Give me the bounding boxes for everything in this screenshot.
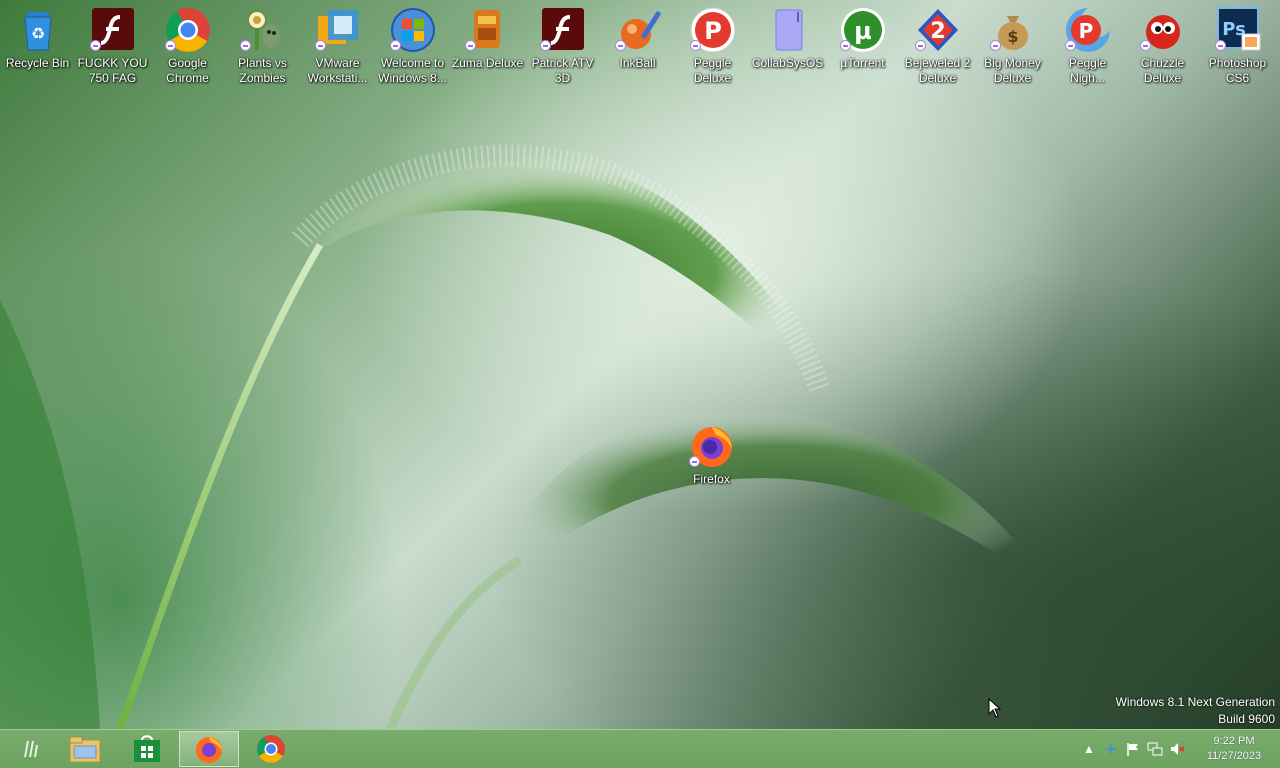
desktop-icon-patrick-atv[interactable]: Patrick ATV 3D (525, 6, 600, 86)
clock-date: 11/27/2023 (1206, 750, 1262, 762)
taskbar-file-explorer[interactable] (55, 731, 115, 767)
shortcut-arrow-icon (839, 40, 851, 51)
desktop-icon-big-money[interactable]: $ Big Money Deluxe (975, 6, 1050, 86)
shortcut-arrow-icon (1064, 40, 1076, 51)
icon-label: Google Chrome (166, 56, 209, 85)
shortcut-arrow-icon (464, 40, 476, 51)
icon-label: Peggle Nigh... (1068, 56, 1107, 85)
svg-text:µ: µ (854, 17, 872, 45)
watermark-edition: Windows 8.1 Next Generation (1115, 695, 1275, 709)
desktop-icon-google-chrome[interactable]: Google Chrome (150, 6, 225, 86)
icon-label: Chuzzle Deluxe (1140, 56, 1185, 85)
desktop-icon-firefox[interactable]: Firefox (674, 422, 749, 487)
action-center-button[interactable] (1122, 738, 1144, 760)
desktop[interactable]: ♻ Recycle Bin FUCKK YOU 750 FAG Google C… (0, 0, 1280, 729)
icon-label: InkBall (619, 56, 656, 70)
icon-label: VMware Workstati... (307, 56, 368, 85)
sparkle-tray-icon (1104, 742, 1118, 756)
firefox-icon (196, 737, 222, 763)
wallpaper (0, 144, 1050, 729)
desktop-icon-vmware[interactable]: VMware Workstati... (300, 6, 375, 86)
file-explorer-icon (69, 736, 101, 763)
icon-label: Zuma Deluxe (451, 56, 524, 70)
icon-label: Photoshop CS6 (1208, 56, 1267, 85)
start-button[interactable] (0, 731, 60, 767)
chrome-icon (257, 735, 285, 763)
desktop-icon-chuzzle[interactable]: Chuzzle Deluxe (1125, 6, 1200, 86)
shortcut-arrow-icon (314, 40, 326, 51)
desktop-icon-collabsysos[interactable]: CollabSysOS (750, 6, 825, 71)
shortcut-arrow-icon (1139, 40, 1151, 51)
icon-label: Recycle Bin (5, 56, 70, 70)
shortcut-arrow-icon (1214, 40, 1226, 51)
chevron-up-icon: ▲ (1083, 742, 1095, 756)
icon-label: Welcome to Windows 8... (378, 56, 447, 85)
svg-text:$: $ (1007, 27, 1018, 46)
system-tray: ▲ 9:22 PM 11/27/2023 (1078, 730, 1280, 768)
shortcut-arrow-icon (689, 40, 701, 51)
desktop-icon-flash-game[interactable]: FUCKK YOU 750 FAG (75, 6, 150, 86)
shortcut-arrow-icon (614, 40, 626, 51)
desktop-icon-welcome-windows[interactable]: Welcome to Windows 8... (375, 6, 450, 86)
icon-label: Firefox (693, 472, 730, 486)
taskbar-chrome[interactable] (241, 731, 301, 767)
mouse-cursor-icon (988, 698, 1002, 718)
icon-label: µTorrent (840, 56, 885, 70)
desktop-icon-inkball[interactable]: InkBall (600, 6, 675, 71)
icon-label: CollabSysOS (751, 56, 824, 70)
icon-label: FUCKK YOU 750 FAG (77, 56, 148, 85)
desktop-icon-utorrent[interactable]: µ µTorrent (825, 6, 900, 71)
shortcut-arrow-icon (164, 40, 176, 51)
taskbar-store[interactable] (117, 731, 177, 767)
desktop-icon-zuma-deluxe[interactable]: Zuma Deluxe (450, 6, 525, 71)
clock-time: 9:22 PM (1213, 735, 1255, 747)
icon-label: Plants vs Zombies (238, 56, 287, 85)
desktop-icon-peggle-deluxe[interactable]: P Peggle Deluxe (675, 6, 750, 86)
shortcut-arrow-icon (989, 40, 1001, 51)
icon-label: Patrick ATV 3D (531, 56, 594, 85)
recycle-bin-icon: ♻ (23, 12, 52, 51)
desktop-icon-peggle-nights[interactable]: P Peggle Nigh... (1050, 6, 1125, 86)
icon-label: Big Money Deluxe (984, 56, 1041, 85)
flag-icon (1127, 743, 1138, 756)
store-icon (134, 735, 160, 762)
desktop-icon-plants-vs-zombies[interactable]: Plants vs Zombies (225, 6, 300, 86)
desktop-icon-bejeweled-2[interactable]: 2 Bejeweled 2 Deluxe (900, 6, 975, 86)
build-watermark: Windows 8.1 Next Generation Build 9600 (1116, 694, 1275, 728)
show-hidden-icons-button[interactable]: ▲ (1078, 738, 1100, 760)
document-icon (775, 9, 802, 51)
icon-label: Bejeweled 2 Deluxe (904, 56, 971, 85)
watermark-build: Build 9600 (1218, 712, 1275, 726)
svg-text:♻: ♻ (30, 24, 44, 43)
svg-text:2: 2 (930, 19, 945, 44)
shortcut-arrow-icon (914, 40, 926, 51)
taskbar: ▲ 9:22 PM 11/27/2023 (0, 729, 1280, 768)
icon-label: Peggle Deluxe (693, 56, 732, 85)
svg-text:P: P (1078, 19, 1093, 43)
shortcut-arrow-icon (389, 40, 401, 51)
start-icon (24, 740, 38, 758)
taskbar-clock[interactable]: 9:22 PM 11/27/2023 (1188, 734, 1280, 764)
network-icon (1147, 742, 1163, 756)
shortcut-arrow-icon (89, 40, 101, 51)
volume-button[interactable] (1166, 738, 1188, 760)
taskbar-firefox[interactable] (179, 731, 239, 767)
volume-muted-icon (1171, 743, 1185, 755)
shortcut-arrow-icon (688, 456, 700, 467)
svg-text:P: P (704, 17, 722, 45)
network-button[interactable] (1144, 738, 1166, 760)
desktop-icon-recycle-bin[interactable]: ♻ Recycle Bin (0, 6, 75, 71)
shortcut-arrow-icon (539, 40, 551, 51)
desktop-icon-photoshop-cs6[interactable]: Ps Photoshop CS6 (1200, 6, 1275, 86)
tray-app-icon[interactable] (1100, 738, 1122, 760)
shortcut-arrow-icon (239, 40, 251, 51)
